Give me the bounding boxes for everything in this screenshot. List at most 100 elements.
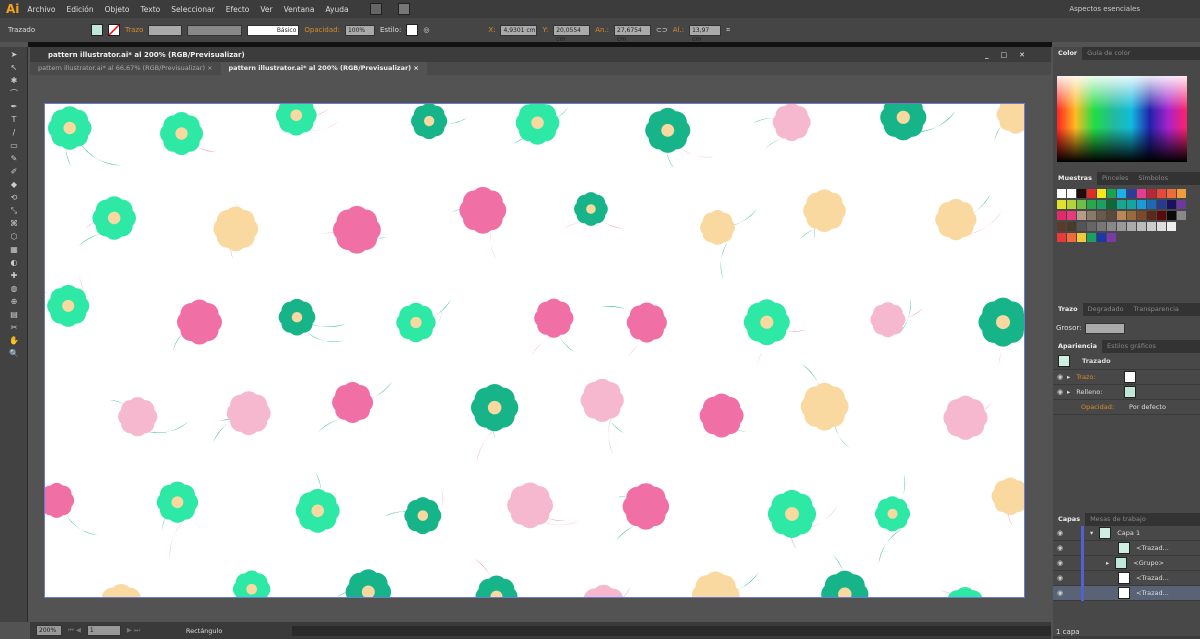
tool-icon[interactable]: ▤ xyxy=(7,310,21,320)
menu-efecto[interactable]: Efecto xyxy=(226,5,250,14)
eye-icon[interactable]: ◉ xyxy=(1053,388,1067,396)
constrain-proportions-icon[interactable]: ⊂⊃ xyxy=(656,26,668,34)
color-swatch[interactable] xyxy=(1157,200,1166,209)
color-swatch[interactable] xyxy=(1147,222,1156,231)
tab-brushes[interactable]: Pinceles xyxy=(1097,172,1133,185)
tool-icon[interactable]: ◆ xyxy=(7,180,21,190)
color-swatch[interactable] xyxy=(1077,222,1086,231)
color-swatch[interactable] xyxy=(1127,211,1136,220)
tool-icon[interactable]: ⟲ xyxy=(7,193,21,203)
artboard-canvas[interactable] xyxy=(44,103,1025,598)
recolor-icon[interactable]: ◎ xyxy=(423,26,483,34)
tool-icon[interactable]: ✚ xyxy=(7,271,21,281)
color-swatch[interactable] xyxy=(1057,233,1066,242)
layer-row-grupo[interactable]: ◉ ▸ <Grupo> xyxy=(1053,555,1200,571)
color-swatch[interactable] xyxy=(1177,211,1186,220)
eye-icon[interactable]: ◉ xyxy=(1053,373,1067,381)
color-swatch[interactable] xyxy=(1157,211,1166,220)
opacity-label[interactable]: Opacidad: xyxy=(304,26,340,34)
color-swatch[interactable] xyxy=(1137,211,1146,220)
color-swatch[interactable] xyxy=(1107,222,1116,231)
color-swatch[interactable] xyxy=(1177,200,1186,209)
color-swatch[interactable] xyxy=(1147,200,1156,209)
color-swatch[interactable] xyxy=(1057,189,1066,198)
color-swatch[interactable] xyxy=(1107,211,1116,220)
color-spectrum[interactable] xyxy=(1057,76,1187,162)
menu-texto[interactable]: Texto xyxy=(141,5,161,14)
style-swatch[interactable] xyxy=(406,24,419,36)
tool-icon[interactable]: ✐ xyxy=(7,167,21,177)
brush-select[interactable]: Básico xyxy=(247,24,300,36)
height-field[interactable]: 13,97 cm xyxy=(689,24,722,43)
tab-gradient[interactable]: Degradado xyxy=(1083,303,1129,316)
layer-row-trazado[interactable]: ◉ <Trazad... xyxy=(1053,540,1200,556)
zoom-field[interactable]: 200% xyxy=(36,625,62,636)
color-swatch[interactable] xyxy=(1167,189,1176,198)
tab-appearance[interactable]: Apariencia xyxy=(1053,340,1103,353)
workspace-switcher[interactable]: Aspectos esenciales xyxy=(1069,5,1140,13)
fill-attr-label[interactable]: Relleno: xyxy=(1076,388,1124,396)
color-swatch[interactable] xyxy=(1117,211,1126,220)
tab-color-guide[interactable]: Guía de color xyxy=(1082,47,1135,60)
color-swatch[interactable] xyxy=(1127,189,1136,198)
x-field[interactable]: 4,9301 cm xyxy=(500,24,538,36)
color-swatch[interactable] xyxy=(1057,222,1066,231)
color-swatch[interactable] xyxy=(1147,189,1156,198)
color-swatch[interactable] xyxy=(1107,189,1116,198)
color-swatch[interactable] xyxy=(1077,211,1086,220)
variable-width-profile[interactable] xyxy=(187,24,243,36)
menu-objeto[interactable]: Objeto xyxy=(105,5,130,14)
color-swatch[interactable] xyxy=(1107,233,1116,242)
color-swatch[interactable] xyxy=(1137,189,1146,198)
tab-stroke[interactable]: Trazo xyxy=(1053,303,1083,316)
color-swatch[interactable] xyxy=(1087,200,1096,209)
tab-swatches[interactable]: Muestras xyxy=(1053,172,1097,185)
tool-icon[interactable]: ➤ xyxy=(7,50,21,60)
tab-layers[interactable]: Capas xyxy=(1053,513,1086,526)
menu-ver[interactable]: Ver xyxy=(260,5,272,14)
tab-artboards[interactable]: Mesas de trabajo xyxy=(1085,513,1151,526)
tool-icon[interactable]: ⬡ xyxy=(7,232,21,242)
last-page-icon[interactable]: ▶ ⏭ xyxy=(127,626,140,635)
weight-field[interactable] xyxy=(1085,322,1126,334)
opacity-attr-label[interactable]: Opacidad: xyxy=(1081,403,1129,411)
tool-icon[interactable]: / xyxy=(7,128,21,138)
tab-graphic-styles[interactable]: Estilos gráficos xyxy=(1102,340,1161,353)
tool-icon[interactable]: ✱ xyxy=(7,76,21,86)
color-swatch[interactable] xyxy=(1117,189,1126,198)
tool-icon[interactable]: ⌒ xyxy=(7,89,21,99)
layer-row-trazado-selected[interactable]: ◉ <Trazad... xyxy=(1053,585,1200,601)
layer-row-capa-1[interactable]: ◉ ▾ Capa 1 xyxy=(1053,525,1200,541)
horizontal-scrollbar[interactable] xyxy=(291,625,1051,636)
color-swatch[interactable] xyxy=(1127,200,1136,209)
color-swatch[interactable] xyxy=(1177,189,1186,198)
appearance-opacity-row[interactable]: Opacidad: Por defecto xyxy=(1053,400,1200,415)
appearance-fill-row[interactable]: ◉ ▸ Relleno: xyxy=(1053,385,1200,400)
color-swatch[interactable] xyxy=(1097,233,1106,242)
menu-seleccionar[interactable]: Seleccionar xyxy=(171,5,214,14)
color-swatch[interactable] xyxy=(1057,200,1066,209)
stroke-attr-label[interactable]: Trazo: xyxy=(1076,373,1124,381)
color-swatch[interactable] xyxy=(1077,233,1086,242)
stroke-label[interactable]: Trazo xyxy=(125,26,143,34)
color-swatch[interactable] xyxy=(1117,222,1126,231)
color-swatch[interactable] xyxy=(1087,233,1096,242)
fill-pattern-swatch[interactable] xyxy=(1124,386,1137,398)
color-swatch[interactable] xyxy=(1167,211,1176,220)
color-swatch[interactable] xyxy=(1137,200,1146,209)
color-swatch[interactable] xyxy=(1097,189,1106,198)
color-swatch[interactable] xyxy=(1067,211,1076,220)
close-tab-icon[interactable]: × xyxy=(413,64,418,72)
menu-edicion[interactable]: Edición xyxy=(66,5,93,14)
color-swatch[interactable] xyxy=(1117,200,1126,209)
tool-icon[interactable]: ▦ xyxy=(7,245,21,255)
tab-document-66[interactable]: pattern illustrator.ai* al 66,67% (RGB/P… xyxy=(30,62,221,75)
color-swatch[interactable] xyxy=(1097,211,1106,220)
opacity-field[interactable]: 100% xyxy=(344,24,375,36)
color-swatch[interactable] xyxy=(1077,200,1086,209)
bridge-icon[interactable] xyxy=(369,3,382,15)
artboard-number-field[interactable]: 1 xyxy=(86,625,121,636)
fill-swatch[interactable] xyxy=(91,24,103,36)
tool-icon[interactable]: ✋ xyxy=(7,336,21,346)
tab-document-200[interactable]: pattern illustrator.ai* al 200% (RGB/Pre… xyxy=(220,62,427,75)
